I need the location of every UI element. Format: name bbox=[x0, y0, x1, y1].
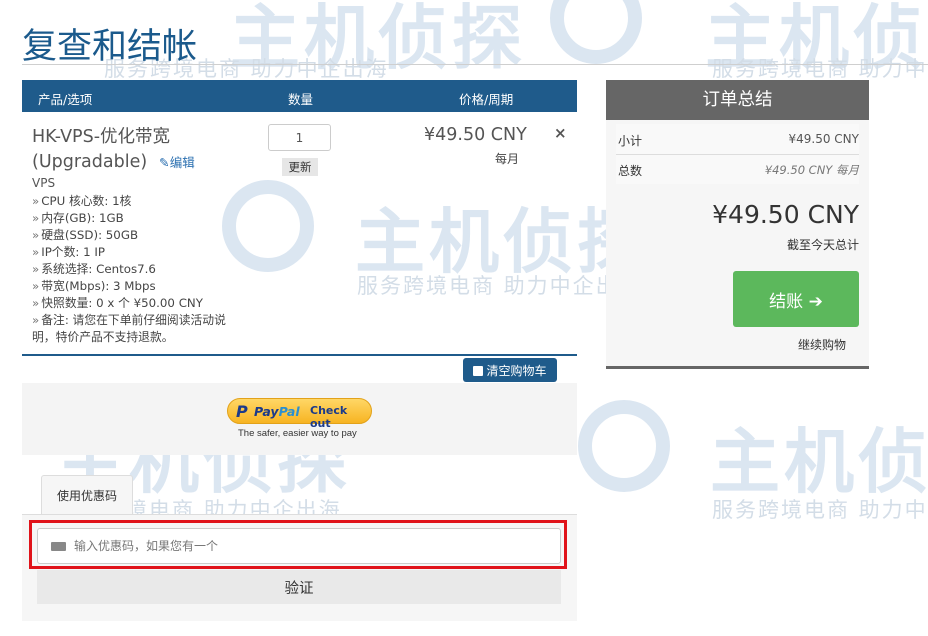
paypal-wordmark: PayPal bbox=[254, 404, 300, 419]
order-summary-title: 订单总结 bbox=[606, 80, 869, 120]
edit-label: 编辑 bbox=[169, 155, 195, 170]
watermark-logo-mark bbox=[578, 400, 670, 492]
cart-divider bbox=[22, 354, 577, 356]
watermark-logo-mark bbox=[550, 0, 642, 64]
subtotal-value: ¥49.50 CNY bbox=[788, 132, 860, 146]
spec-item: » 内存(GB): 1GB bbox=[32, 211, 124, 225]
checkout-button[interactable]: 结账 ➔ bbox=[733, 271, 859, 327]
paypal-logo-icon: P bbox=[236, 402, 248, 421]
header-product: 产品/选项 bbox=[38, 92, 93, 107]
order-summary: 订单总结 小计 ¥49.50 CNY 总数 ¥49.50 CNY 每月 ¥49.… bbox=[606, 80, 869, 369]
watermark-logo-text: 主机侦探 bbox=[705, 0, 928, 79]
watermark-logo-text: 主机侦探 bbox=[710, 421, 928, 503]
update-quantity-button[interactable]: 更新 bbox=[282, 158, 318, 176]
edit-link[interactable]: ✎编辑 bbox=[159, 155, 195, 170]
trash-icon bbox=[473, 365, 484, 376]
header-quantity: 数量 bbox=[288, 92, 314, 107]
billing-cycle: 每月 bbox=[495, 152, 520, 166]
paypal-checkout-label: Check out bbox=[310, 404, 348, 430]
page-title: 复查和结帐 bbox=[22, 27, 198, 67]
subtotal-row: 小计 ¥49.50 CNY bbox=[616, 124, 859, 152]
watermark-tagline: 服务跨境电商 助力中企出海 bbox=[357, 274, 642, 298]
total-label: 总数 bbox=[618, 164, 643, 178]
product-spec-list: » CPU 核心数: 1核 » 内存(GB): 1GB » 硬盘(SSD): 50GB… bbox=[32, 193, 244, 346]
total-row: 总数 ¥49.50 CNY 每月 bbox=[616, 154, 859, 182]
arrow-right-icon: ➔ bbox=[808, 291, 823, 312]
spec-item: » 硬盘(SSD): 50GB bbox=[32, 228, 139, 242]
watermark-logo-text: 主机侦探 bbox=[230, 0, 526, 79]
express-checkout-panel: P PayPal Check out The safer, easier way… bbox=[22, 383, 577, 455]
empty-cart-button[interactable]: 清空购物车 bbox=[463, 358, 557, 382]
spec-item: » 系统选择: Centos7.6 bbox=[32, 262, 156, 276]
remove-item-icon[interactable]: × bbox=[554, 124, 567, 142]
total-value: ¥49.50 CNY 每月 bbox=[764, 163, 859, 177]
subtotal-label: 小计 bbox=[618, 134, 643, 148]
spec-item: » IP个数: 1 IP bbox=[32, 245, 105, 259]
product-variant: (Upgradable) bbox=[32, 152, 148, 172]
watermark-tagline: 服务跨境电商 助力中企出海 bbox=[712, 498, 928, 522]
cart-table-header: 产品/选项 数量 价格/周期 bbox=[22, 80, 577, 112]
product-title: HK-VPS-优化带宽 bbox=[32, 127, 171, 147]
paypal-tagline: The safer, easier way to pay bbox=[238, 428, 357, 439]
pencil-icon: ✎ bbox=[159, 155, 170, 170]
watermark-tagline: 服务跨境电商 助力中企出海 bbox=[712, 57, 928, 81]
due-today-amount: ¥49.50 CNY bbox=[712, 200, 859, 229]
quantity-input[interactable] bbox=[268, 124, 331, 151]
title-divider bbox=[22, 64, 928, 65]
summary-divider bbox=[616, 154, 859, 155]
product-name: HK-VPS-优化带宽 (Upgradable) ✎编辑 bbox=[32, 125, 242, 175]
promo-code-tab[interactable]: 使用优惠码 bbox=[41, 475, 133, 515]
paypal-checkout-button[interactable]: P PayPal Check out bbox=[227, 398, 372, 430]
spec-item: » CPU 核心数: 1核 bbox=[32, 194, 132, 208]
spec-item: » 备注: 请您在下单前仔细阅读活动说明，特价产品不支持退款。 bbox=[32, 313, 226, 344]
spec-item: » 带宽(Mbps): 3 Mbps bbox=[32, 279, 156, 293]
checkout-label: 结账 bbox=[769, 291, 804, 312]
empty-cart-label: 清空购物车 bbox=[486, 363, 547, 378]
product-group: VPS bbox=[32, 176, 56, 190]
due-today-label: 截至今天总计 bbox=[786, 238, 859, 252]
spec-item: » 快照数量: 0 x 个 ¥50.00 CNY bbox=[32, 296, 203, 310]
item-price: ¥49.50 CNY bbox=[424, 125, 527, 145]
header-price: 价格/周期 bbox=[459, 92, 514, 107]
continue-shopping-link[interactable]: 继续购物 bbox=[798, 336, 846, 353]
verify-promo-button[interactable]: 验证 bbox=[37, 570, 561, 604]
annotation-highlight-box bbox=[29, 520, 567, 569]
